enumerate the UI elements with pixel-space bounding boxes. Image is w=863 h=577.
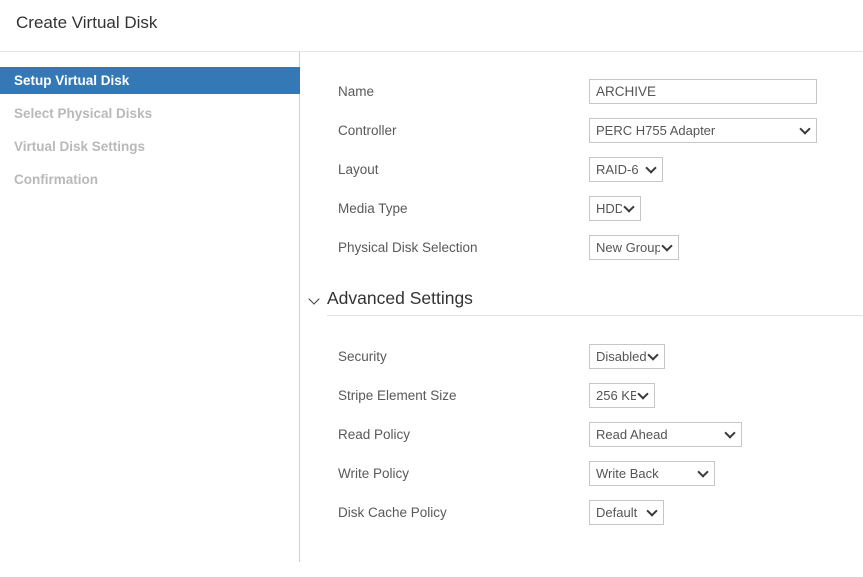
sidebar-item-confirmation[interactable]: Confirmation	[0, 166, 300, 193]
disk-cache-policy-select[interactable]: Default	[589, 500, 664, 525]
stripe-element-size-select[interactable]: 256 KB	[589, 383, 655, 408]
advanced-settings-section: Security Disabled Stripe Element Size 25…	[300, 344, 863, 525]
media-type-row: Media Type HDD	[300, 196, 863, 221]
write-policy-label: Write Policy	[338, 466, 589, 481]
name-label: Name	[338, 84, 589, 99]
chevron-down-icon: Read Ahead	[589, 422, 742, 447]
chevron-down-icon: PERC H755 Adapter	[589, 118, 817, 143]
read-policy-label: Read Policy	[338, 427, 589, 442]
read-policy-row: Read Policy Read Ahead	[300, 422, 863, 447]
advanced-settings-header[interactable]: Advanced Settings	[327, 288, 863, 316]
chevron-down-icon: 256 KB	[589, 383, 655, 408]
controller-select[interactable]: PERC H755 Adapter	[589, 118, 817, 143]
security-label: Security	[338, 349, 589, 364]
stripe-element-size-label: Stripe Element Size	[338, 388, 589, 403]
chevron-down-icon: HDD	[589, 196, 641, 221]
layout-label: Layout	[338, 162, 589, 177]
controller-label: Controller	[338, 123, 589, 138]
security-select[interactable]: Disabled	[589, 344, 665, 369]
name-row: Name	[300, 79, 863, 104]
sidebar-item-label: Confirmation	[14, 172, 98, 187]
sidebar-item-virtual-disk-settings[interactable]: Virtual Disk Settings	[0, 133, 300, 160]
create-virtual-disk-page: Create Virtual Disk Setup Virtual Disk S…	[0, 0, 863, 577]
media-type-select[interactable]: HDD	[589, 196, 641, 221]
write-policy-row: Write Policy Write Back	[300, 461, 863, 486]
chevron-down-icon: Write Back	[589, 461, 715, 486]
read-policy-select[interactable]: Read Ahead	[589, 422, 742, 447]
sidebar-item-label: Select Physical Disks	[14, 106, 152, 121]
page-header: Create Virtual Disk	[0, 0, 863, 52]
sidebar-item-select-physical-disks[interactable]: Select Physical Disks	[0, 100, 300, 127]
page-title: Create Virtual Disk	[16, 13, 157, 33]
wizard-steps-sidebar: Setup Virtual Disk Select Physical Disks…	[0, 52, 300, 562]
security-row: Security Disabled	[300, 344, 863, 369]
chevron-down-icon: Default	[589, 500, 664, 525]
physical-disk-selection-select[interactable]: New Group	[589, 235, 679, 260]
layout-row: Layout RAID-6	[300, 157, 863, 182]
disk-cache-policy-label: Disk Cache Policy	[338, 505, 589, 520]
physical-disk-selection-label: Physical Disk Selection	[338, 240, 589, 255]
disk-cache-policy-row: Disk Cache Policy Default	[300, 500, 863, 525]
controller-row: Controller PERC H755 Adapter	[300, 118, 863, 143]
chevron-down-icon[interactable]	[308, 293, 319, 304]
write-policy-select[interactable]: Write Back	[589, 461, 715, 486]
sidebar-item-label: Virtual Disk Settings	[14, 139, 145, 154]
stripe-element-size-row: Stripe Element Size 256 KB	[300, 383, 863, 408]
chevron-down-icon: RAID-6	[589, 157, 663, 182]
media-type-label: Media Type	[338, 201, 589, 216]
chevron-down-icon: New Group	[589, 235, 679, 260]
physical-disk-selection-row: Physical Disk Selection New Group	[300, 235, 863, 260]
advanced-settings-title: Advanced Settings	[327, 288, 473, 308]
setup-virtual-disk-panel: Name Controller PERC H755 Adapter Layout…	[300, 52, 863, 577]
chevron-down-icon: Disabled	[589, 344, 665, 369]
sidebar-item-setup-virtual-disk[interactable]: Setup Virtual Disk	[0, 67, 300, 94]
layout-select[interactable]: RAID-6	[589, 157, 663, 182]
name-input[interactable]	[589, 79, 817, 104]
sidebar-item-label: Setup Virtual Disk	[14, 73, 129, 88]
